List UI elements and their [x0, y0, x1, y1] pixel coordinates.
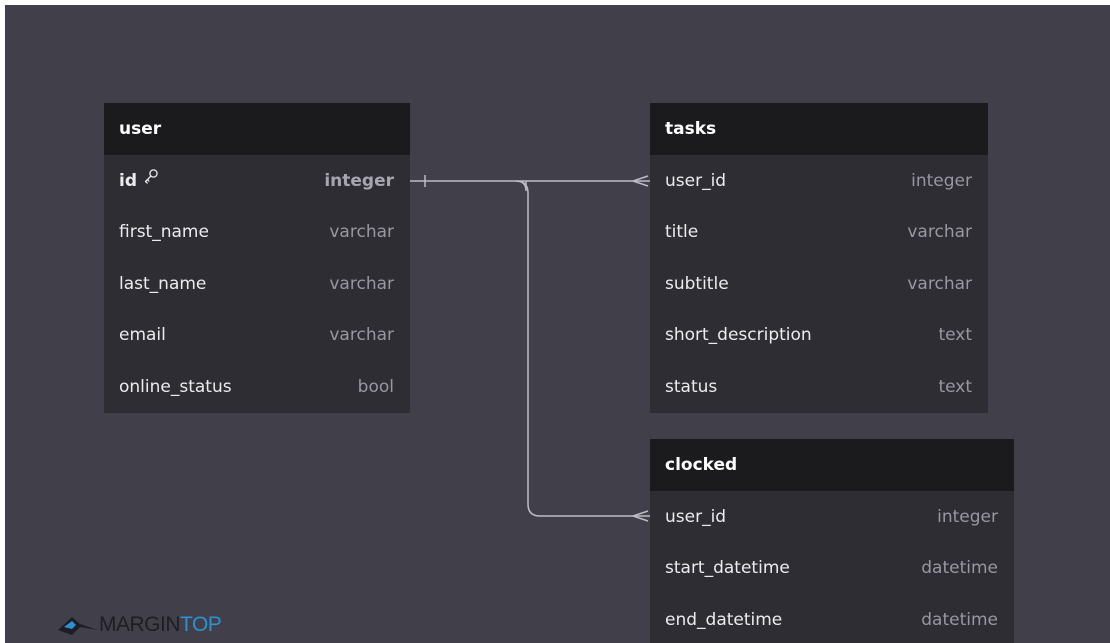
table-row-user-id[interactable]: user_id integer [650, 491, 1014, 543]
relationship-line-user-clocked [515, 180, 650, 517]
table-row-subtitle[interactable]: subtitle varchar [650, 258, 988, 310]
table-header-clocked[interactable]: clocked [650, 439, 1014, 491]
column-name: short_description [665, 325, 812, 346]
table-row-first-name[interactable]: first_name varchar [104, 207, 410, 259]
table-header-tasks[interactable]: tasks [650, 103, 988, 155]
table-row-end-datetime[interactable]: end_datetime datetime [650, 594, 1014, 643]
table-row-status[interactable]: status text [650, 361, 988, 413]
column-name: first_name [119, 222, 209, 243]
diagram-canvas[interactable]: user id integer first_name varchar last_… [5, 5, 1110, 643]
many-cardinality-marker-clocked [632, 510, 649, 522]
table-row-title[interactable]: title varchar [650, 207, 988, 259]
column-type: varchar [907, 273, 972, 294]
column-name: email [119, 325, 166, 346]
many-cardinality-marker-tasks [632, 175, 649, 187]
logo-text-top: TOP [180, 613, 222, 636]
column-type: text [938, 376, 972, 397]
mountain-logo-icon [58, 617, 98, 635]
column-name: subtitle [665, 273, 729, 294]
table-row-user-id[interactable]: user_id integer [650, 155, 988, 207]
table-row-short-description[interactable]: short_description text [650, 310, 988, 362]
column-type: integer [911, 170, 972, 191]
table-clocked[interactable]: clocked user_id integer start_datetime d… [650, 439, 1014, 643]
column-type: integer [324, 170, 394, 191]
column-name: id [119, 168, 159, 191]
margintop-logo: MARGIN TOP [58, 613, 222, 637]
table-tasks[interactable]: tasks user_id integer title varchar subt… [650, 103, 988, 413]
column-type: varchar [907, 222, 972, 243]
column-type: varchar [329, 222, 394, 243]
table-row-start-datetime[interactable]: start_datetime datetime [650, 543, 1014, 595]
column-type: integer [937, 506, 998, 527]
column-name: end_datetime [665, 609, 783, 630]
column-name: online_status [119, 376, 232, 397]
column-name: start_datetime [665, 558, 790, 579]
column-type: text [938, 325, 972, 346]
column-type: varchar [329, 273, 394, 294]
logo-text-margin: MARGIN [99, 613, 181, 636]
column-type: datetime [921, 609, 998, 630]
column-type: bool [357, 376, 394, 397]
column-type: varchar [329, 325, 394, 346]
table-row-email[interactable]: email varchar [104, 310, 410, 362]
table-row-last-name[interactable]: last_name varchar [104, 258, 410, 310]
column-type: datetime [921, 558, 998, 579]
table-header-user[interactable]: user [104, 103, 410, 155]
relationship-line-user-tasks [410, 180, 650, 192]
table-row-id[interactable]: id integer [104, 155, 410, 207]
column-name: user_id [665, 170, 727, 191]
table-row-online-status[interactable]: online_status bool [104, 361, 410, 413]
column-name: title [665, 222, 699, 243]
key-icon [143, 168, 159, 189]
table-title: clocked [665, 455, 738, 475]
column-name: user_id [665, 506, 727, 527]
table-title: user [119, 119, 162, 139]
column-name: last_name [119, 273, 207, 294]
table-title: tasks [665, 119, 717, 139]
column-name: status [665, 376, 718, 397]
table-user[interactable]: user id integer first_name varchar last_… [104, 103, 410, 413]
